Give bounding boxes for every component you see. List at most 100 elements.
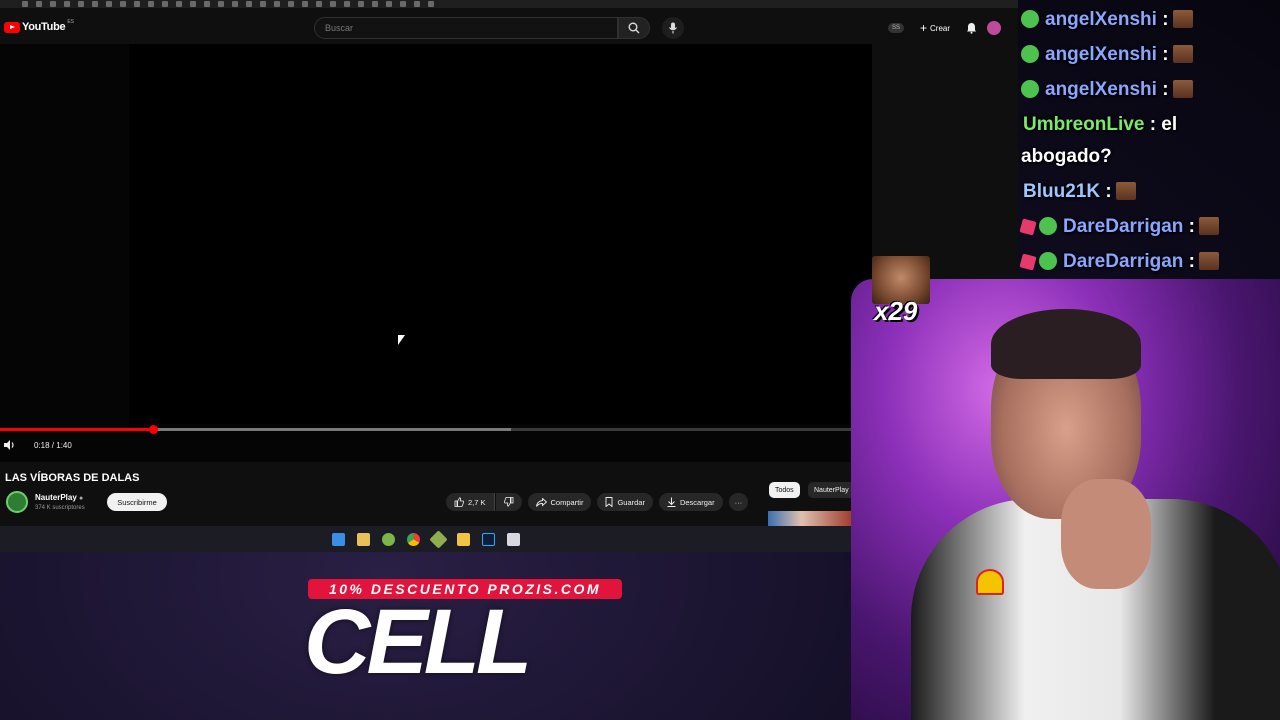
bookmark-icon[interactable] (78, 1, 84, 7)
bookmark-save-icon (606, 497, 613, 507)
bookmark-icon[interactable] (386, 1, 392, 7)
streamer-hair (991, 309, 1141, 379)
bookmark-icon[interactable] (358, 1, 364, 7)
bookmark-icon[interactable] (344, 1, 350, 7)
chat-text: : (1188, 251, 1195, 272)
bookmark-icon[interactable] (148, 1, 154, 7)
chat-text: : el (1149, 114, 1178, 135)
dislike-button[interactable] (495, 493, 522, 511)
bell-icon[interactable] (966, 22, 977, 34)
chat-username: DareDarrigan (1063, 251, 1184, 272)
bookmark-icon[interactable] (92, 1, 98, 7)
app-icon[interactable] (506, 532, 520, 546)
chat-message: UmbreonLive : el (1023, 114, 1177, 136)
bookmark-icon[interactable] (316, 1, 322, 7)
related-video-thumbnail[interactable] (768, 511, 851, 527)
bookmark-icon[interactable] (204, 1, 210, 7)
bookmark-icon[interactable] (414, 1, 420, 7)
search-icon (628, 22, 640, 34)
chrome-icon[interactable] (406, 532, 420, 546)
bookmark-icon[interactable] (190, 1, 196, 7)
chat-username: angelXenshi (1045, 44, 1157, 65)
search-button[interactable] (618, 17, 650, 39)
youtube-wordmark: YouTube (22, 21, 66, 33)
chat-username: angelXenshi (1045, 9, 1157, 30)
share-button[interactable]: Compartir (527, 493, 592, 511)
bookmark-icon[interactable] (302, 1, 308, 7)
share-label: Compartir (550, 497, 584, 507)
create-button[interactable]: + Crear (914, 18, 956, 38)
chip-channel[interactable]: NauterPlay (808, 482, 855, 498)
app-icon[interactable] (381, 532, 395, 546)
search-input[interactable]: Buscar (314, 17, 618, 39)
emote-icon (1172, 80, 1193, 98)
save-button[interactable]: Guardar (597, 493, 653, 511)
bookmark-icon[interactable] (134, 1, 140, 7)
player-controls: 0:18 / 1:40 (4, 440, 72, 450)
account-avatar[interactable] (987, 21, 1002, 35)
bookmark-icon[interactable] (22, 1, 28, 7)
folder-icon[interactable] (456, 532, 470, 546)
windows-start-icon[interactable] (331, 532, 345, 546)
bookmark-icon[interactable] (162, 1, 168, 7)
app-icon[interactable] (428, 529, 448, 549)
channel-name[interactable]: NauterPlay ● (35, 493, 83, 502)
download-button[interactable]: Descargar (658, 493, 723, 511)
sponsor-promo: 10% DESCUENTO PROZIS.COM CELL (300, 576, 630, 696)
video-player[interactable]: 0:18 / 1:40 (0, 44, 872, 462)
youtube-play-icon (4, 21, 20, 33)
share-icon (535, 497, 547, 507)
app-icon[interactable] (356, 532, 370, 546)
volume-icon[interactable] (4, 440, 16, 450)
bookmark-icon[interactable] (246, 1, 252, 7)
verified-icon: ● (79, 495, 84, 502)
bookmark-icon[interactable] (288, 1, 294, 7)
windows-taskbar (0, 526, 851, 552)
youtube-logo[interactable]: YouTube ES (4, 19, 74, 33)
chat-badge-icon (1021, 80, 1039, 98)
bookmark-icon[interactable] (260, 1, 266, 7)
progress-bar[interactable] (0, 425, 851, 434)
chat-text: : (1105, 181, 1112, 202)
video-info: LAS VÍBORAS DE DALAS NauterPlay ● 374 K … (0, 462, 851, 522)
bookmark-icon[interactable] (50, 1, 56, 7)
bookmark-icon[interactable] (218, 1, 224, 7)
chat-username: DareDarrigan (1063, 216, 1184, 237)
more-actions-button[interactable]: ··· (728, 493, 749, 511)
time-display: 0:18 / 1:40 (34, 440, 72, 450)
subscribe-button[interactable]: Suscribirme (107, 493, 167, 511)
bookmark-icon[interactable] (176, 1, 182, 7)
bookmark-icon[interactable] (120, 1, 126, 7)
bookmark-icon[interactable] (330, 1, 336, 7)
progress-scrubber[interactable] (149, 425, 159, 434)
chip-todos[interactable]: Todos (769, 482, 800, 498)
video-frame[interactable] (129, 44, 872, 424)
photoshop-icon[interactable] (481, 532, 495, 546)
bookmark-icon[interactable] (428, 1, 434, 7)
chat-message-continuation: abogado? (1021, 146, 1112, 168)
emote-icon (1199, 252, 1219, 270)
bookmark-icon[interactable] (36, 1, 42, 7)
gift-badge-icon (1019, 253, 1037, 271)
bookmark-icon[interactable] (106, 1, 112, 7)
bookmarks-bar (0, 0, 1018, 8)
chat-message: angelXenshi : (1021, 9, 1193, 31)
emote-combo: x29 (872, 256, 930, 328)
download-icon (667, 497, 676, 507)
download-label: Descargar (679, 497, 715, 507)
like-button[interactable]: 2,7 K (446, 493, 495, 511)
youtube-header: YouTube ES Buscar SS + Crear (0, 12, 1018, 44)
chat-message: angelXenshi : (1021, 79, 1193, 101)
ss-chip[interactable]: SS (888, 23, 905, 33)
bookmark-icon[interactable] (274, 1, 280, 7)
bookmark-icon[interactable] (232, 1, 238, 7)
bookmark-icon[interactable] (372, 1, 378, 7)
progress-played (0, 428, 154, 431)
chat-text: : (1162, 79, 1169, 100)
bookmark-icon[interactable] (64, 1, 70, 7)
channel-avatar[interactable] (6, 491, 28, 513)
webcam-feed (851, 279, 1280, 720)
voice-search-button[interactable] (662, 17, 684, 39)
bookmark-icon[interactable] (400, 1, 406, 7)
chat-username: Bluu21K (1023, 181, 1101, 202)
